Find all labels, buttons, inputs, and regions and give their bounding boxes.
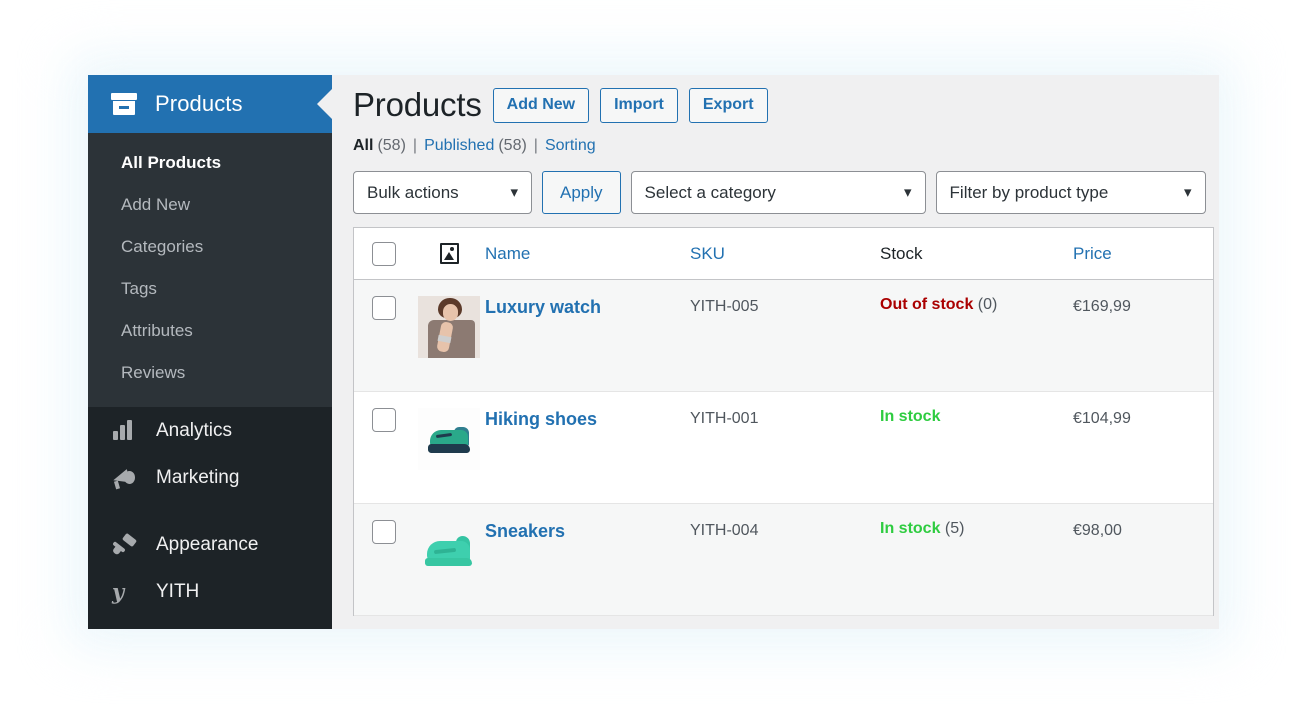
stock-status: Out of stock	[880, 296, 974, 313]
products-table: Name SKU Stock Price Luxury watch YITH-0…	[353, 227, 1214, 616]
sidebar-item-appearance[interactable]: Appearance	[88, 521, 332, 568]
stock-quantity: (5)	[944, 520, 965, 537]
view-all-label[interactable]: All	[353, 137, 373, 155]
product-type-filter-select[interactable]: Filter by product type ▾	[935, 171, 1206, 214]
product-price: €104,99	[1073, 410, 1131, 427]
status-filter-links: All (58) | Published (58) | Sorting	[353, 137, 1219, 155]
row-checkbox[interactable]	[371, 296, 396, 320]
table-row: Hiking shoes YITH-001 In stock €104,99	[354, 392, 1213, 504]
sidebar-item-reviews[interactable]: Reviews	[88, 352, 332, 394]
product-sku: YITH-001	[690, 410, 759, 427]
product-thumbnail[interactable]	[418, 520, 480, 582]
select-all-cell	[354, 241, 413, 266]
sidebar-item-label: Marketing	[156, 466, 240, 488]
view-published-count: (58)	[498, 137, 527, 154]
sidebar-item-label: Appearance	[156, 533, 259, 555]
column-header-sku[interactable]: SKU	[690, 244, 725, 263]
bulk-actions-select[interactable]: Bulk actions ▾	[353, 171, 532, 214]
sidebar-divider	[88, 501, 332, 521]
megaphone-icon	[111, 467, 137, 489]
chevron-down-icon: ▾	[510, 184, 518, 201]
column-header-stock: Stock	[880, 243, 923, 263]
view-separator: |	[412, 137, 418, 154]
admin-sidebar: Products All Products Add New Categories…	[88, 75, 332, 629]
product-type-filter-value: Filter by product type	[949, 182, 1109, 202]
row-checkbox[interactable]	[371, 520, 396, 544]
product-name-link[interactable]: Sneakers	[485, 521, 565, 541]
row-checkbox[interactable]	[371, 408, 396, 432]
product-thumbnail[interactable]	[418, 296, 480, 358]
yith-logo-icon: y	[112, 578, 125, 604]
product-price: €98,00	[1073, 522, 1122, 539]
product-name-link[interactable]: Luxury watch	[485, 297, 601, 317]
stock-status: In stock	[880, 520, 941, 537]
view-all-count: (58)	[377, 137, 406, 154]
sidebar-item-analytics[interactable]: Analytics	[88, 407, 332, 454]
image-column-icon	[439, 243, 459, 264]
chevron-down-icon: ▾	[1184, 184, 1192, 201]
table-header-row: Name SKU Stock Price	[354, 228, 1213, 280]
sidebar-item-label: Products	[155, 91, 243, 116]
main-content: Products Add New Import Export All (58) …	[332, 75, 1219, 629]
view-published-label[interactable]: Published	[424, 137, 494, 155]
product-sku: YITH-004	[690, 522, 759, 539]
row-thumbnail-cell	[413, 520, 485, 582]
row-select-cell	[354, 520, 413, 544]
stock-status: In stock	[880, 408, 941, 425]
page-title: Products	[353, 86, 482, 123]
table-filter-bar: Bulk actions ▾ Apply Select a category ▾…	[353, 171, 1219, 214]
sidebar-item-add-new[interactable]: Add New	[88, 184, 332, 226]
page-header: Products Add New Import Export	[353, 86, 1219, 124]
sidebar-item-tags[interactable]: Tags	[88, 268, 332, 310]
sidebar-item-categories[interactable]: Categories	[88, 226, 332, 268]
product-price: €169,99	[1073, 298, 1131, 315]
bar-chart-icon	[111, 419, 137, 442]
apply-button[interactable]: Apply	[542, 171, 621, 214]
bulk-actions-value: Bulk actions	[367, 182, 459, 202]
row-select-cell	[354, 408, 413, 432]
export-button[interactable]: Export	[688, 87, 768, 123]
sidebar-item-all-products[interactable]: All Products	[88, 142, 332, 184]
table-row: Luxury watch YITH-005 Out of stock (0) €…	[354, 280, 1213, 392]
stock-quantity: (0)	[977, 296, 998, 313]
sidebar-item-products[interactable]: Products	[88, 75, 332, 133]
row-thumbnail-cell	[413, 408, 485, 470]
product-thumbnail[interactable]	[418, 408, 480, 470]
sidebar-item-label: YITH	[156, 580, 200, 602]
column-header-name[interactable]: Name	[485, 244, 530, 263]
view-sorting-label[interactable]: Sorting	[545, 137, 596, 155]
products-submenu: All Products Add New Categories Tags Att…	[88, 133, 332, 407]
select-all-checkbox[interactable]	[371, 241, 396, 266]
view-separator: |	[533, 137, 538, 154]
row-thumbnail-cell	[413, 296, 485, 358]
chevron-down-icon: ▾	[904, 184, 912, 201]
table-row: Sneakers YITH-004 In stock (5) €98,00	[354, 504, 1213, 616]
wordpress-admin-window: Products All Products Add New Categories…	[88, 75, 1219, 629]
box-icon	[111, 93, 137, 115]
add-new-button[interactable]: Add New	[492, 87, 590, 123]
category-filter-value: Select a category	[644, 182, 776, 202]
paintbrush-icon	[111, 532, 138, 556]
import-button[interactable]: Import	[600, 87, 678, 123]
row-select-cell	[354, 296, 413, 320]
sidebar-item-yith[interactable]: y YITH	[88, 568, 332, 615]
product-sku: YITH-005	[690, 298, 759, 315]
sidebar-item-label: Analytics	[156, 419, 233, 441]
sidebar-item-attributes[interactable]: Attributes	[88, 310, 332, 352]
product-name-link[interactable]: Hiking shoes	[485, 409, 597, 429]
category-filter-select[interactable]: Select a category ▾	[630, 171, 926, 214]
sidebar-item-marketing[interactable]: Marketing	[88, 454, 332, 501]
column-header-price[interactable]: Price	[1073, 244, 1112, 263]
image-column-header	[413, 243, 485, 264]
